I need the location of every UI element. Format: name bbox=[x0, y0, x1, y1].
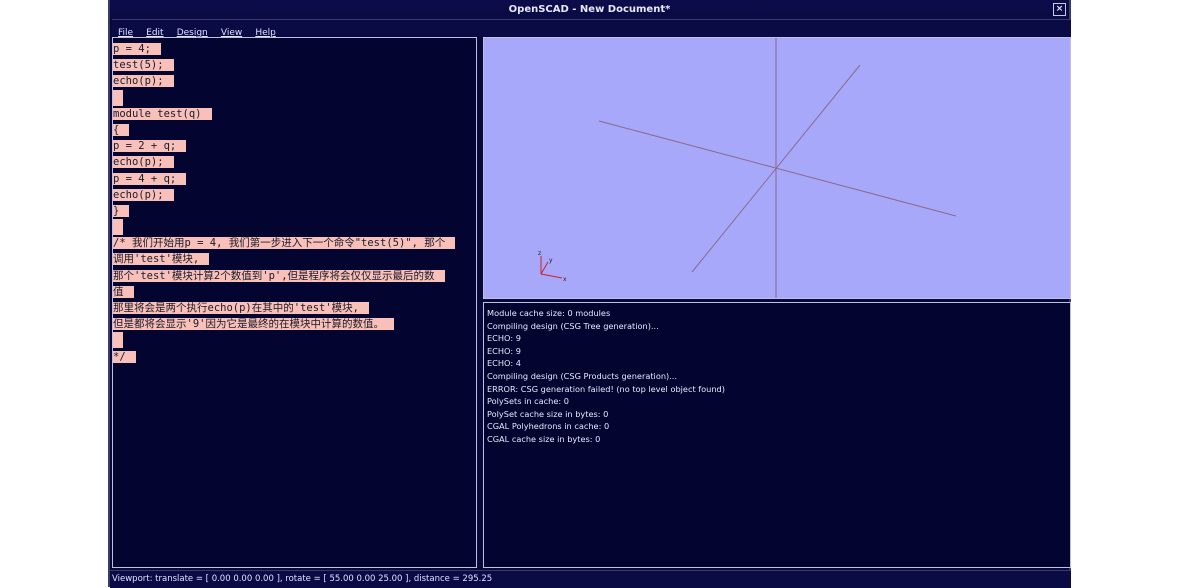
console-line: CGAL cache size in bytes: 0 bbox=[487, 433, 601, 444]
code-line: p = 4; bbox=[113, 41, 476, 57]
code-line: */ bbox=[113, 349, 476, 365]
axis-line-x bbox=[598, 120, 957, 217]
gizmo-label-y: y bbox=[549, 257, 553, 264]
console-line: PolySets in cache: 0 bbox=[487, 396, 569, 407]
console-line: ECHO: 4 bbox=[487, 358, 521, 369]
code-line: } bbox=[113, 203, 476, 219]
3d-viewport[interactable]: z y x bbox=[483, 37, 1071, 299]
gizmo-label-x: x bbox=[563, 276, 567, 283]
console-line: ECHO: 9 bbox=[487, 333, 521, 344]
code-line: test(5); bbox=[113, 57, 476, 73]
code-editor[interactable]: p = 4; test(5); echo(p); module test(q) … bbox=[112, 37, 477, 568]
console-line: Compiling design (CSG Products generatio… bbox=[487, 370, 678, 381]
code-line: p = 2 + q; bbox=[113, 138, 476, 154]
console-line: Compiling design (CSG Tree generation)..… bbox=[487, 320, 659, 331]
code-line: module test(q) bbox=[113, 106, 476, 122]
close-icon[interactable]: × bbox=[1053, 3, 1066, 16]
code-line: echo(p); bbox=[113, 73, 476, 89]
window-title: OpenSCAD - New Document* bbox=[508, 4, 671, 15]
code-line: echo(p); bbox=[113, 187, 476, 203]
code-line: { bbox=[113, 122, 476, 138]
openscad-window: OpenSCAD - New Document* × File Edit Des… bbox=[108, 0, 1071, 588]
status-bar: Viewport: translate = [ 0.00 0.00 0.00 ]… bbox=[110, 570, 1071, 588]
code-line: p = 4 + q; bbox=[113, 171, 476, 187]
console-line: Module cache size: 0 modules bbox=[487, 308, 611, 318]
code-line bbox=[113, 219, 476, 236]
code-line bbox=[113, 332, 476, 349]
code-line: 调用'test'模块, bbox=[113, 251, 476, 267]
code-line: 那个'test'模块计算2个数值到'p',但是程序将会仅仅显示最后的数 bbox=[113, 268, 476, 284]
code-line: 值 bbox=[113, 284, 476, 300]
code-line bbox=[113, 89, 476, 106]
viewport-canvas: z y x bbox=[538, 38, 957, 298]
code-line: echo(p); bbox=[113, 154, 476, 170]
code-line: /* 我们开始用p = 4, 我们第一步进入下一个命令"test(5)", 那个 bbox=[113, 235, 476, 251]
axis-gizmo-icon: z y x bbox=[538, 250, 567, 283]
console-line: ECHO: 9 bbox=[487, 345, 521, 356]
code-line: 但是都将会显示'9'因为它是最终的在模块中计算的数值。 bbox=[113, 316, 476, 332]
viewport-status-text: Viewport: translate = [ 0.00 0.00 0.00 ]… bbox=[112, 574, 493, 584]
console-line: PolySet cache size in bytes: 0 bbox=[487, 408, 609, 419]
console-line: CGAL Polyhedrons in cache: 0 bbox=[487, 421, 610, 432]
gizmo-label-z: z bbox=[538, 250, 541, 257]
code-line: 那里将会是两个执行echo(p)在其中的'test'模块, bbox=[113, 300, 476, 316]
console-line: ERROR: CSG generation failed! (no top le… bbox=[487, 383, 725, 394]
console-panel[interactable]: Module cache size: 0 modules Compiling d… bbox=[483, 302, 1071, 568]
menu-bar: File Edit Design View Help bbox=[112, 19, 1071, 38]
title-bar[interactable]: OpenSCAD - New Document* × bbox=[110, 0, 1069, 19]
